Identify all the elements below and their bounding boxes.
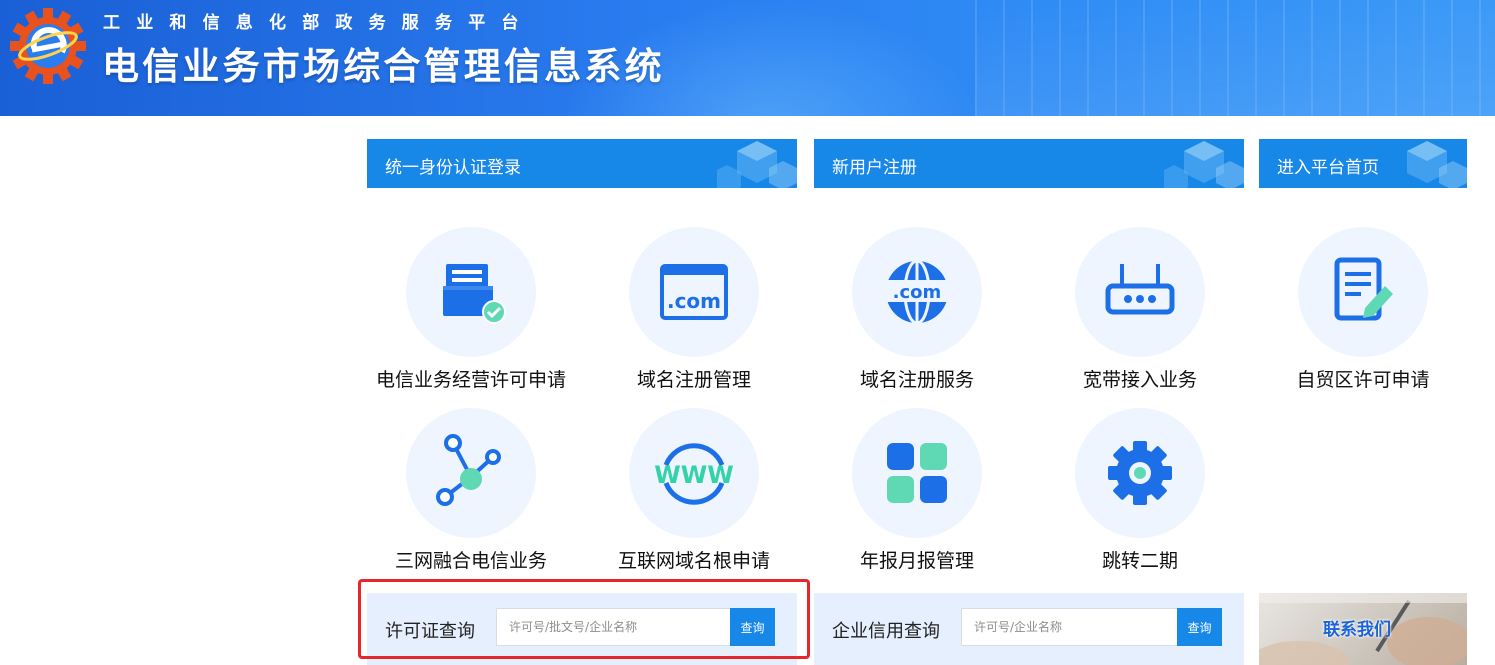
new-user-register-button[interactable]: 新用户注册 (814, 139, 1244, 188)
service-triple-play[interactable]: 三网融合电信业务 (366, 408, 576, 588)
router-icon (1105, 264, 1175, 315)
license-form-icon (443, 264, 506, 324)
system-title: 电信业务市场综合管理信息系统 (102, 45, 665, 88)
credit-query-input[interactable] (961, 608, 1178, 646)
contact-us-label: 联系我们 (1323, 620, 1391, 640)
service-label: 三网融合电信业务 (394, 550, 547, 572)
icon-circle (406, 408, 536, 538)
header-subtitle: 工业和信息化部政务服务平台 (103, 13, 535, 33)
service-phase-two[interactable]: 跳转二期 (1035, 408, 1245, 588)
service-domain-registration-management[interactable]: .com 域名注册管理 (589, 227, 799, 407)
service-root-domain[interactable]: WWW 互联网域名根申请 (589, 408, 799, 588)
globe-com-icon: .com (883, 259, 951, 325)
service-label: 宽带接入业务 (1082, 369, 1197, 391)
service-label: 互联网域名根申请 (617, 550, 770, 572)
license-query-input[interactable] (496, 608, 731, 646)
www-icon: WWW (654, 443, 734, 505)
service-label: 跳转二期 (1101, 550, 1178, 572)
header-decoration (975, 0, 1495, 116)
page-header: 工业和信息化部政务服务平台 电信业务市场综合管理信息系统 (0, 0, 1495, 116)
gear-icon (1108, 441, 1172, 505)
icon-circle: .com (852, 227, 982, 357)
network-nodes-icon (436, 434, 501, 506)
license-query-label: 许可证查询 (385, 621, 475, 642)
service-ftz-license[interactable]: 自贸区许可申请 (1258, 227, 1468, 407)
service-label: 年报月报管理 (859, 550, 974, 572)
ministry-logo-icon (10, 8, 86, 84)
license-query-button[interactable]: 查询 (730, 608, 775, 646)
contact-us-banner[interactable]: 联系我们 (1259, 593, 1467, 665)
icon-circle: WWW (629, 408, 759, 538)
service-telecom-license[interactable]: 电信业务经营许可申请 (366, 227, 576, 407)
platform-home-button[interactable]: 进入平台首页 (1259, 139, 1467, 188)
browser-com-icon: .com (660, 264, 728, 320)
credit-query-label: 企业信用查询 (832, 621, 940, 642)
service-label: 域名注册服务 (859, 369, 974, 391)
register-label: 新用户注册 (832, 158, 917, 178)
service-label: 域名注册管理 (636, 369, 751, 391)
cube-decoration-icon (1407, 141, 1467, 188)
sso-login-button[interactable]: 统一身份认证登录 (367, 139, 797, 188)
cube-decoration-icon (717, 141, 797, 188)
service-domain-registration[interactable]: .com 域名注册服务 (812, 227, 1022, 407)
service-annual-monthly-report[interactable]: 年报月报管理 (812, 408, 1022, 588)
icon-circle (1075, 227, 1205, 357)
credit-query-button[interactable]: 查询 (1177, 608, 1222, 646)
icon-circle (852, 408, 982, 538)
icon-circle (1298, 227, 1428, 357)
service-label: 电信业务经营许可申请 (375, 369, 566, 391)
home-label: 进入平台首页 (1277, 158, 1379, 178)
svg-text:.com: .com (667, 289, 721, 313)
service-broadband-access[interactable]: 宽带接入业务 (1035, 227, 1245, 407)
svg-text:WWW: WWW (654, 461, 733, 489)
license-query-panel: 许可证查询 查询 (367, 593, 797, 665)
credit-query-panel: 企业信用查询 查询 (814, 593, 1244, 665)
icon-circle: .com (629, 227, 759, 357)
icon-circle (406, 227, 536, 357)
service-label: 自贸区许可申请 (1296, 369, 1430, 391)
grid-blocks-icon (887, 443, 947, 503)
document-edit-icon (1334, 257, 1393, 321)
icon-circle (1075, 408, 1205, 538)
sso-login-label: 统一身份认证登录 (385, 158, 521, 178)
svg-text:.com: .com (893, 282, 942, 303)
cube-decoration-icon (1164, 141, 1244, 188)
